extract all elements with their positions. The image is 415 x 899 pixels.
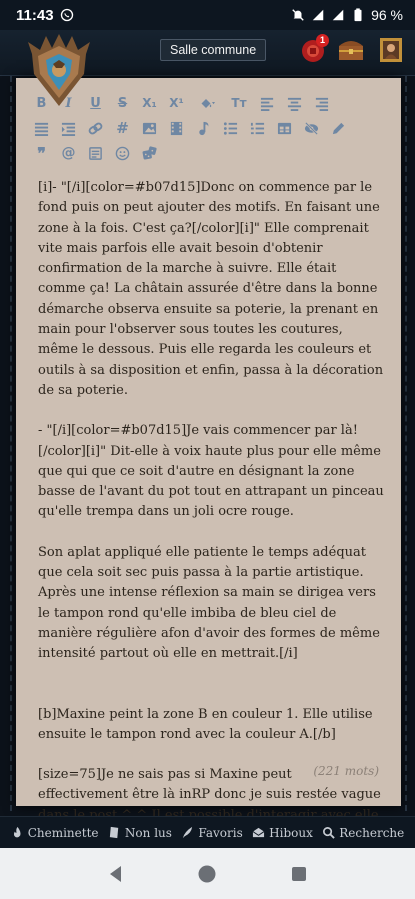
nav-label-non-lus: Non lus	[124, 825, 172, 840]
subscript-button[interactable]: X₁	[136, 92, 163, 114]
status-time: 11:43	[16, 6, 54, 24]
battery-level: 96 %	[371, 7, 403, 23]
smiley-icon[interactable]	[109, 142, 136, 164]
paragraph-3: Son aplat appliqué elle patiente le temp…	[38, 544, 385, 662]
music-icon[interactable]	[190, 117, 217, 139]
mention-button[interactable]: @	[55, 142, 82, 164]
justify-icon[interactable]	[28, 117, 55, 139]
scroll-icon	[109, 826, 119, 839]
word-count: (221 mots)	[313, 764, 379, 778]
pen-icon[interactable]	[325, 117, 352, 139]
quote-icon[interactable]: ❞	[28, 142, 55, 164]
system-navigation	[0, 848, 415, 899]
nav-label-hiboux: Hiboux	[269, 825, 313, 840]
treasure-chest-icon[interactable]	[336, 36, 366, 64]
paragraph-1: [i]- "[/i][color=#b07d15]Donc on commenc…	[38, 180, 384, 398]
nav-label-recherche: Recherche	[339, 825, 405, 840]
post-textarea[interactable]: [i]- "[/i][color=#b07d15]Donc on commenc…	[38, 178, 385, 843]
nav-cheminette[interactable]: Cheminette	[11, 826, 99, 840]
link-icon[interactable]	[82, 117, 109, 139]
strikethrough-button[interactable]: S	[109, 92, 136, 114]
battery-icon	[354, 8, 362, 22]
paragraph-2: - "[/i][color=#b07d15]Je vais commencer …	[38, 423, 384, 520]
numbered-list-icon[interactable]	[244, 117, 271, 139]
feather-icon	[183, 826, 193, 839]
fire-icon	[13, 826, 21, 838]
search-icon	[323, 827, 335, 839]
home-icon[interactable]	[197, 864, 217, 884]
indent-icon[interactable]	[55, 117, 82, 139]
superscript-button[interactable]: X¹	[163, 92, 190, 114]
nav-recherche[interactable]: Recherche	[322, 826, 404, 840]
nav-label-cheminette: Cheminette	[27, 825, 99, 840]
recents-icon[interactable]	[289, 864, 309, 884]
wifi-icon	[332, 9, 344, 21]
bottom-nav: Cheminette Non lus Favoris Hiboux Recher…	[0, 816, 415, 848]
place-label[interactable]: Salle commune	[160, 39, 267, 61]
bullet-list-icon[interactable]	[217, 117, 244, 139]
house-crest-icon[interactable]	[26, 34, 92, 108]
text-size-button[interactable]: Tт	[224, 92, 254, 114]
nav-label-favoris: Favoris	[198, 825, 243, 840]
hashtag-button[interactable]: #	[109, 117, 136, 139]
whatsapp-icon	[60, 8, 73, 22]
nav-hiboux[interactable]: Hiboux	[252, 826, 313, 840]
signal-icon	[312, 9, 324, 21]
eye-slash-icon[interactable]	[298, 117, 325, 139]
nav-favoris[interactable]: Favoris	[181, 825, 243, 840]
portrait-icon[interactable]	[376, 36, 406, 64]
align-center-icon[interactable]	[281, 92, 308, 114]
nav-non-lus[interactable]: Non lus	[108, 826, 172, 840]
dice-icon[interactable]	[136, 142, 163, 164]
code-icon[interactable]	[82, 142, 109, 164]
paint-bucket-icon[interactable]	[190, 92, 224, 114]
notification-badge: 1	[316, 34, 329, 47]
status-bar: 11:43 96 %	[0, 0, 415, 30]
table-icon[interactable]	[271, 117, 298, 139]
image-icon[interactable]	[136, 117, 163, 139]
paragraph-4: [b]Maxine peint la zone B en couleur 1. …	[38, 706, 377, 742]
align-right-icon[interactable]	[308, 92, 335, 114]
envelope-icon	[252, 827, 265, 838]
film-icon[interactable]	[163, 117, 190, 139]
back-icon[interactable]	[106, 864, 126, 884]
align-left-icon[interactable]	[254, 92, 281, 114]
mute-icon	[292, 9, 304, 21]
